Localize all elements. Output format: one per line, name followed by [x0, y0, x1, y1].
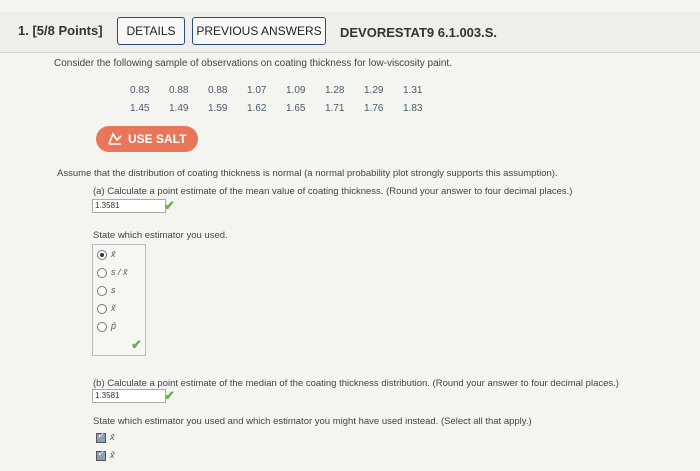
part-a-estimator-prompt: State which estimator you used.	[93, 230, 228, 241]
data-value: 1.49	[169, 103, 189, 114]
estimator-radio-group: x̄ s / x̄ s x̃ p̂ ✔	[92, 244, 146, 356]
option-label: s	[111, 285, 116, 295]
data-value: 1.28	[325, 85, 345, 96]
option-label: s / x̄	[111, 267, 128, 277]
data-value: 1.29	[364, 85, 384, 96]
checkbox[interactable]	[96, 430, 106, 443]
estimator-option-xbar[interactable]: x̄	[97, 249, 116, 260]
radio-button[interactable]	[97, 267, 107, 278]
option-label: x̃	[111, 303, 116, 313]
data-value: 1.83	[403, 103, 423, 114]
use-salt-label: USE SALT	[128, 132, 187, 146]
radio-button[interactable]	[97, 249, 107, 260]
data-row-1: 0.83 0.88 0.88 1.07 1.09 1.28 1.29 1.31	[130, 85, 442, 96]
part-b-correct-check-icon: ✔	[164, 388, 175, 403]
data-value: 0.88	[208, 85, 228, 96]
previous-answers-button[interactable]: PREVIOUS ANSWERS	[192, 17, 326, 45]
salt-chart-icon	[108, 132, 122, 145]
estimator-correct-check-icon: ✔	[131, 337, 142, 352]
question-number: 1. [5/8 Points]	[18, 23, 103, 38]
part-b-option-xtilde[interactable]: x̃	[96, 448, 115, 461]
part-a-correct-check-icon: ✔	[164, 198, 175, 213]
data-value: 0.88	[169, 85, 189, 96]
checkbox[interactable]	[96, 448, 106, 461]
estimator-option-s[interactable]: s	[97, 285, 116, 296]
radio-button[interactable]	[97, 303, 107, 314]
data-value: 1.59	[208, 103, 228, 114]
estimator-option-phat[interactable]: p̂	[97, 321, 116, 332]
question-intro: Consider the following sample of observa…	[54, 58, 452, 69]
details-button[interactable]: DETAILS	[117, 17, 185, 45]
assumption-text: Assume that the distribution of coating …	[57, 168, 558, 179]
data-value: 1.65	[286, 103, 306, 114]
use-salt-button[interactable]: USE SALT	[96, 126, 198, 152]
estimator-option-s-over-xbar[interactable]: s / x̄	[97, 267, 128, 278]
data-value: 0.83	[130, 85, 150, 96]
part-a-answer-input[interactable]: 1.3581	[92, 199, 166, 213]
part-b-answer-input[interactable]: 1.3581	[92, 389, 166, 403]
data-value: 1.09	[286, 85, 306, 96]
data-value: 1.31	[403, 85, 423, 96]
estimator-option-xtilde[interactable]: x̃	[97, 303, 116, 314]
radio-button[interactable]	[97, 321, 107, 332]
option-label: x̃	[110, 450, 115, 460]
data-value: 1.71	[325, 103, 345, 114]
data-value: 1.45	[130, 103, 150, 114]
question-card: 1. [5/8 Points] DETAILS PREVIOUS ANSWERS…	[0, 0, 700, 471]
option-label: x̄	[110, 432, 115, 442]
data-value: 1.07	[247, 85, 267, 96]
option-label: x̄	[111, 249, 116, 259]
question-header: 1. [5/8 Points] DETAILS PREVIOUS ANSWERS…	[0, 12, 700, 53]
data-row-2: 1.45 1.49 1.59 1.62 1.65 1.71 1.76 1.83	[130, 103, 442, 114]
radio-button[interactable]	[97, 285, 107, 296]
part-b-estimator-prompt: State which estimator you used and which…	[93, 416, 532, 427]
question-code: DEVORESTAT9 6.1.003.S.	[340, 25, 498, 40]
part-b-option-xbar[interactable]: x̄	[96, 430, 115, 443]
data-value: 1.62	[247, 103, 267, 114]
option-label: p̂	[111, 321, 117, 331]
part-a-question: (a) Calculate a point estimate of the me…	[93, 186, 573, 197]
data-value: 1.76	[364, 103, 384, 114]
